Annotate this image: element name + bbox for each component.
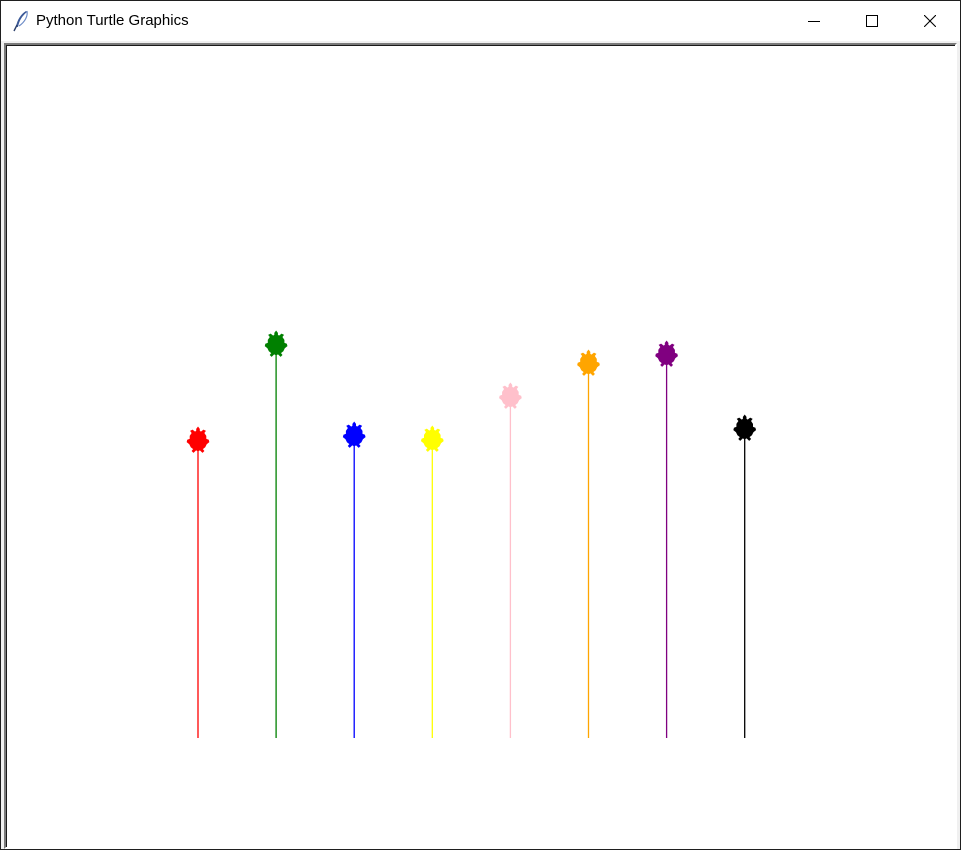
- turtle-canvas[interactable]: [7, 46, 955, 847]
- turtle-icon: [264, 330, 288, 357]
- feather-icon: [13, 10, 28, 32]
- turtle-icon: [342, 421, 366, 448]
- close-icon: [924, 15, 936, 27]
- turtle-icon: [420, 425, 444, 452]
- turtle-icon: [186, 426, 210, 453]
- close-button[interactable]: [901, 1, 959, 41]
- turtle-window: Python Turtle Graphics: [0, 0, 961, 850]
- title-bar[interactable]: Python Turtle Graphics: [1, 1, 960, 41]
- maximize-button[interactable]: [843, 1, 901, 41]
- minimize-icon: [808, 21, 820, 22]
- turtle-icon: [499, 382, 522, 409]
- turtle-icon: [577, 349, 600, 376]
- maximize-icon: [866, 15, 878, 27]
- turtle-canvas-area[interactable]: [6, 45, 955, 847]
- turtle-icon: [733, 414, 757, 441]
- minimize-button[interactable]: [785, 1, 843, 41]
- window-title: Python Turtle Graphics: [36, 12, 189, 29]
- turtle-icon: [655, 340, 678, 367]
